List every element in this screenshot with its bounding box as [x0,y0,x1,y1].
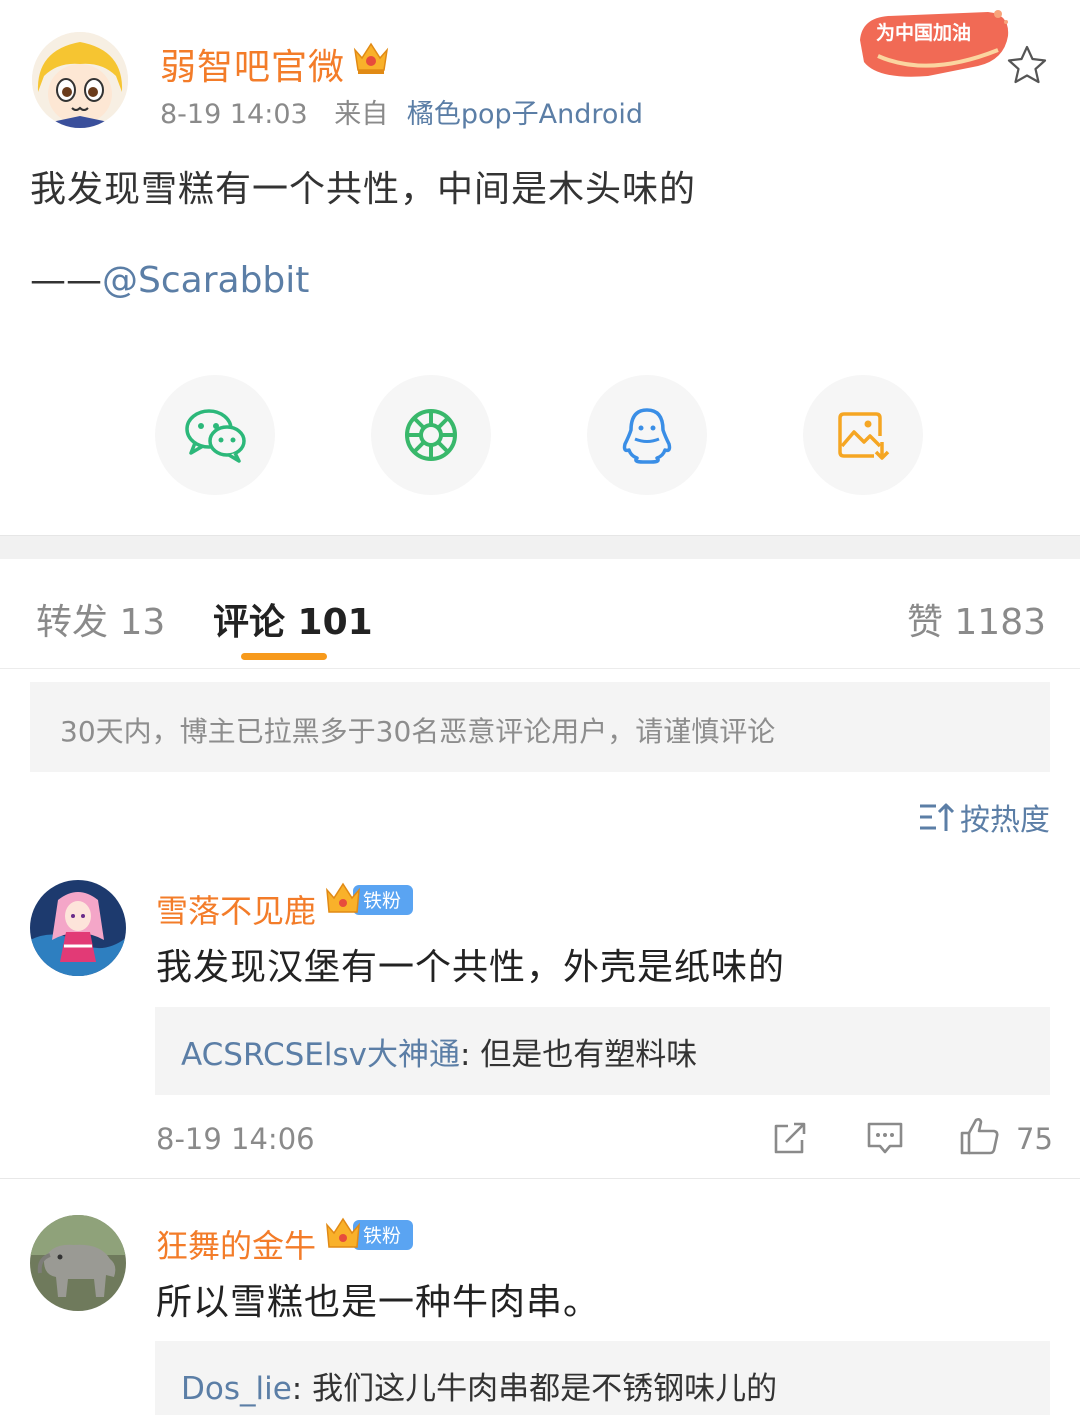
comment-item: 雪落不见鹿 铁粉 我发现汉堡有一个共性，外壳是纸味的 ACSRCSElsv大神通… [0,880,1080,1180]
repost-icon[interactable] [772,1120,808,1156]
section-divider [0,535,1080,559]
commenter-name[interactable]: 雪落不见鹿 [156,886,316,932]
sort-icon [920,803,954,831]
vip-crown-icon [353,42,389,74]
promo-badge-icon[interactable]: 为中国加油 [858,6,1014,82]
fan-badge-icon: 铁粉 [326,882,413,915]
comment-item: 狂舞的金牛 铁粉 所以雪糕也是一种牛肉串。 Dos_lie: 我们这儿牛肉串都是… [0,1215,1080,1415]
comment-notice: 30天内，博主已拉黑多于30名恶意评论用户，请谨慎评论 [30,682,1050,772]
reply-preview[interactable]: ACSRCSElsv大神通: 但是也有塑料味 [155,1007,1050,1095]
tab-repost[interactable]: 转发 13 [36,593,165,645]
share-moments-button[interactable] [371,375,491,495]
reply-icon[interactable] [866,1120,904,1156]
post-text: 我发现雪糕有一个共性，中间是木头味的 [30,169,697,210]
fan-badge-text: 铁粉 [363,890,401,912]
share-wechat-button[interactable] [155,375,275,495]
comment-divider [0,1178,1080,1179]
commenter-avatar[interactable] [30,880,126,976]
author-avatar[interactable] [32,32,128,128]
moments-icon [405,409,457,461]
reply-author[interactable]: ACSRCSElsv大神通 [181,1037,460,1073]
save-image-icon [838,412,890,460]
active-tab-indicator [241,653,327,660]
comment-text: 我发现汉堡有一个共性，外壳是纸味的 [156,947,786,988]
post-from-label: 来自 [334,99,389,130]
share-qq-button[interactable] [587,375,707,495]
save-image-button[interactable] [803,375,923,495]
reply-text: : 我们这儿牛肉串都是不锈钢味儿的 [291,1371,778,1407]
qq-icon [622,408,672,464]
fan-badge-icon: 铁粉 [326,1217,413,1250]
reply-preview[interactable]: Dos_lie: 我们这儿牛肉串都是不锈钢味儿的 [155,1341,1050,1415]
commenter-name[interactable]: 狂舞的金牛 [156,1221,316,1267]
like-count: 75 [1016,1122,1053,1156]
tab-comment[interactable]: 评论 101 [213,593,373,645]
sort-by-hot-button[interactable]: 按热度 [918,795,1050,839]
post-source[interactable]: 橘色pop子Android [407,99,643,130]
sort-label: 按热度 [960,803,1050,838]
comment-time: 8-19 14:06 [156,1122,315,1156]
credit-dash: —— [30,260,102,301]
post-time: 8-19 14:03 [160,99,308,130]
interaction-tabs: 转发 13 评论 101 赞 1183 [0,559,1080,669]
credit-mention[interactable]: @Scarabbit [102,260,309,301]
commenter-avatar[interactable] [30,1215,126,1311]
author-name[interactable]: 弱智吧官微 [160,38,345,90]
reply-author[interactable]: Dos_lie [181,1371,292,1407]
promo-text: 为中国加油 [876,21,971,44]
fan-badge-text: 铁粉 [363,1225,401,1247]
post-card: 弱智吧官微 8-19 14:03 来自 橘色pop子Android 为中国加油 … [0,0,1080,535]
thumbs-up-icon[interactable] [960,1118,999,1155]
reply-text: : 但是也有塑料味 [460,1037,698,1073]
tab-like[interactable]: 赞 1183 [907,593,1046,645]
post-credit: ——@Scarabbit [30,260,309,301]
wechat-icon [185,409,246,463]
comment-text: 所以雪糕也是一种牛肉串。 [156,1282,601,1323]
favorite-star-icon[interactable] [1006,44,1048,86]
post-meta: 8-19 14:03 来自 橘色pop子Android [160,92,643,131]
